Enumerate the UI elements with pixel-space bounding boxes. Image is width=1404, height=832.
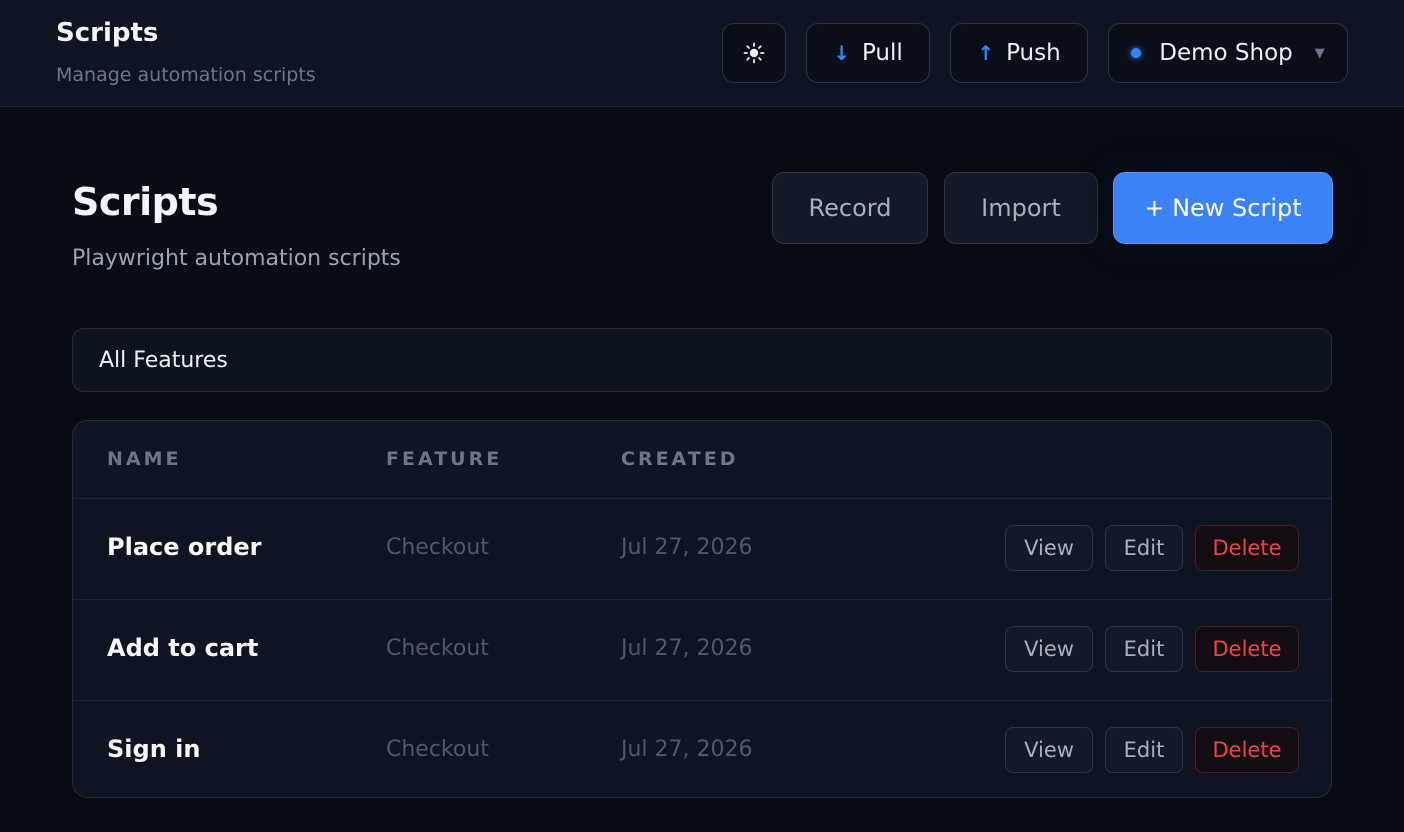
edit-button[interactable]: Edit <box>1105 626 1183 672</box>
delete-button[interactable]: Delete <box>1195 626 1299 672</box>
edit-button[interactable]: Edit <box>1105 727 1183 773</box>
theme-toggle-button[interactable] <box>722 23 786 83</box>
sun-icon <box>743 42 765 64</box>
top-title: Scripts <box>56 18 159 48</box>
table-row: Add to cart Checkout Jul 27, 2026 View E… <box>73 600 1331 701</box>
script-feature: Checkout <box>386 636 489 661</box>
pull-label: Pull <box>861 40 903 66</box>
pull-button[interactable]: ↓ Pull <box>806 23 930 83</box>
chevron-down-icon: ▼ <box>1314 45 1325 61</box>
delete-button[interactable]: Delete <box>1195 727 1299 773</box>
table-row: Sign in Checkout Jul 27, 2026 View Edit … <box>73 701 1331 797</box>
feature-filter-select[interactable]: All Features <box>72 328 1332 392</box>
record-button[interactable]: Record <box>772 172 928 244</box>
view-button[interactable]: View <box>1005 525 1093 571</box>
import-button[interactable]: Import <box>944 172 1098 244</box>
script-feature: Checkout <box>386 535 489 560</box>
column-header-feature: FEATURE <box>386 448 503 470</box>
column-header-name: NAME <box>107 448 182 470</box>
push-button[interactable]: ↑ Push <box>950 23 1088 83</box>
push-label: Push <box>1006 40 1061 66</box>
view-button[interactable]: View <box>1005 626 1093 672</box>
script-created: Jul 27, 2026 <box>621 636 753 661</box>
table-header: NAME FEATURE CREATED <box>73 421 1331 499</box>
edit-button[interactable]: Edit <box>1105 525 1183 571</box>
view-button[interactable]: View <box>1005 727 1093 773</box>
workspace-select[interactable]: Demo Shop ▼ <box>1108 23 1348 83</box>
script-feature: Checkout <box>386 737 489 762</box>
delete-button[interactable]: Delete <box>1195 525 1299 571</box>
top-bar: Scripts Manage automation scripts ↓ Pull… <box>0 0 1404 107</box>
script-created: Jul 27, 2026 <box>621 535 753 560</box>
status-dot-icon <box>1131 48 1142 58</box>
arrow-up-icon: ↑ <box>977 41 995 65</box>
script-created: Jul 27, 2026 <box>621 737 753 762</box>
script-name: Sign in <box>107 735 201 763</box>
new-script-button[interactable]: + New Script <box>1113 172 1333 244</box>
feature-filter-value: All Features <box>99 347 228 373</box>
column-header-created: CREATED <box>621 448 739 470</box>
workspace-label: Demo Shop <box>1159 40 1293 66</box>
table-row: Place order Checkout Jul 27, 2026 View E… <box>73 499 1331 600</box>
page-subtitle: Playwright automation scripts <box>72 246 401 271</box>
scripts-table: NAME FEATURE CREATED Place order Checkou… <box>72 420 1332 798</box>
page-title: Scripts <box>72 180 219 224</box>
script-name: Add to cart <box>107 634 259 662</box>
script-name: Place order <box>107 533 262 561</box>
top-subtitle: Manage automation scripts <box>56 64 316 86</box>
arrow-down-icon: ↓ <box>833 41 850 65</box>
